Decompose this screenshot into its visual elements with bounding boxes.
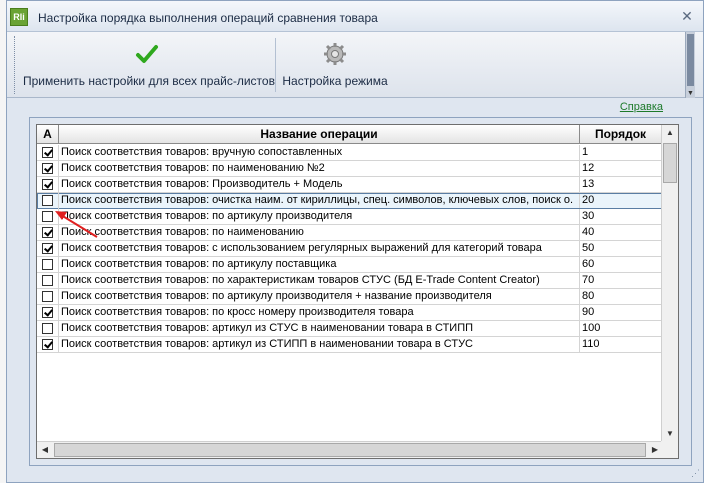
apply-all-pricelists-button[interactable]: Применить настройки для всех прайс-листо… xyxy=(23,36,275,94)
window-title: Настройка порядка выполнения операций ср… xyxy=(38,11,378,25)
table-row[interactable]: Поиск соответствия товаров: по артикулу … xyxy=(37,289,662,305)
active-checkbox[interactable] xyxy=(42,195,53,206)
table-row[interactable]: Поиск соответствия товаров: по характери… xyxy=(37,273,662,289)
apply-all-pricelists-label: Применить настройки для всех прайс-листо… xyxy=(23,74,275,88)
order-cell[interactable]: 12 xyxy=(580,161,662,177)
close-icon[interactable]: ✕ xyxy=(679,8,695,24)
operations-grid: A Название операции Порядок Поиск соотве… xyxy=(36,124,679,459)
vertical-scroll-thumb[interactable] xyxy=(663,143,677,183)
active-checkbox[interactable] xyxy=(42,243,53,254)
active-cell xyxy=(37,145,59,161)
active-cell xyxy=(37,257,59,273)
gear-icon xyxy=(324,43,346,65)
order-cell[interactable]: 70 xyxy=(580,273,662,289)
order-cell[interactable]: 100 xyxy=(580,321,662,337)
operation-name-cell[interactable]: Поиск соответствия товаров: по артикулу … xyxy=(59,289,580,305)
order-cell[interactable]: 13 xyxy=(580,177,662,193)
active-checkbox[interactable] xyxy=(42,339,53,350)
active-checkbox[interactable] xyxy=(42,259,53,270)
active-cell xyxy=(37,177,59,193)
active-checkbox[interactable] xyxy=(42,227,53,238)
column-header-name[interactable]: Название операции xyxy=(59,125,580,144)
active-checkbox[interactable] xyxy=(42,179,53,190)
order-cell[interactable]: 80 xyxy=(580,289,662,305)
grid-header: A Название операции Порядок xyxy=(37,125,662,144)
toolbar-scrollbar[interactable]: ▼ xyxy=(685,32,695,98)
table-row[interactable]: Поиск соответствия товаров: артикул из С… xyxy=(37,337,662,353)
operation-name-cell[interactable]: Поиск соответствия товаров: очистка наим… xyxy=(59,193,580,209)
scrollbar-corner xyxy=(661,441,678,458)
order-cell[interactable]: 90 xyxy=(580,305,662,321)
active-cell xyxy=(37,337,59,353)
toolbar: Применить настройки для всех прайс-листо… xyxy=(7,32,703,98)
active-checkbox[interactable] xyxy=(42,163,53,174)
active-checkbox[interactable] xyxy=(42,323,53,334)
settings-dialog: Rli Настройка порядка выполнения операци… xyxy=(6,0,704,483)
active-checkbox[interactable] xyxy=(42,291,53,302)
mode-settings-label: Настройка режима xyxy=(282,74,388,88)
active-cell xyxy=(37,289,59,305)
grid-rows: Поиск соответствия товаров: вручную сопо… xyxy=(37,145,662,353)
table-row[interactable]: Поиск соответствия товаров: по наименова… xyxy=(37,225,662,241)
operations-panel: A Название операции Порядок Поиск соотве… xyxy=(29,117,692,466)
operation-name-cell[interactable]: Поиск соответствия товаров: по наименова… xyxy=(59,225,580,241)
toolbar-grip[interactable] xyxy=(14,36,17,94)
operation-name-cell[interactable]: Поиск соответствия товаров: по кросс ном… xyxy=(59,305,580,321)
active-cell xyxy=(37,305,59,321)
active-cell xyxy=(37,209,59,225)
operation-name-cell[interactable]: Поиск соответствия товаров: по артикулу … xyxy=(59,209,580,225)
vertical-scrollbar[interactable]: ▲ ▼ xyxy=(661,125,678,442)
active-checkbox[interactable] xyxy=(42,307,53,318)
active-checkbox[interactable] xyxy=(42,275,53,286)
green-check-icon xyxy=(136,45,158,63)
title-bar: Rli Настройка порядка выполнения операци… xyxy=(7,1,703,32)
active-cell xyxy=(37,273,59,289)
order-cell[interactable]: 60 xyxy=(580,257,662,273)
scroll-down-icon[interactable]: ▼ xyxy=(662,426,678,442)
order-cell[interactable]: 40 xyxy=(580,225,662,241)
active-cell xyxy=(37,241,59,257)
column-header-order[interactable]: Порядок xyxy=(580,125,662,144)
operation-name-cell[interactable]: Поиск соответствия товаров: Производител… xyxy=(59,177,580,193)
mode-settings-button[interactable]: Настройка режима xyxy=(279,36,391,94)
order-cell[interactable]: 50 xyxy=(580,241,662,257)
chevron-down-icon[interactable]: ▼ xyxy=(686,90,695,97)
horizontal-scroll-thumb[interactable] xyxy=(54,443,646,457)
scroll-left-icon[interactable]: ◀ xyxy=(37,442,53,458)
operation-name-cell[interactable]: Поиск соответствия товаров: по характери… xyxy=(59,273,580,289)
operation-name-cell[interactable]: Поиск соответствия товаров: артикул из С… xyxy=(59,321,580,337)
table-row[interactable]: Поиск соответствия товаров: очистка наим… xyxy=(37,193,662,209)
table-row[interactable]: Поиск соответствия товаров: по кросс ном… xyxy=(37,305,662,321)
table-row[interactable]: Поиск соответствия товаров: вручную сопо… xyxy=(37,145,662,161)
order-cell[interactable]: 30 xyxy=(580,209,662,225)
table-row[interactable]: Поиск соответствия товаров: Производител… xyxy=(37,177,662,193)
column-header-active[interactable]: A xyxy=(37,125,59,144)
resize-grip-icon[interactable]: ⋰ xyxy=(691,468,700,479)
horizontal-scrollbar[interactable]: ◀ ▶ xyxy=(37,441,663,458)
operation-name-cell[interactable]: Поиск соответствия товаров: по артикулу … xyxy=(59,257,580,273)
toolbar-separator xyxy=(275,38,276,92)
active-checkbox[interactable] xyxy=(42,147,53,158)
active-cell xyxy=(37,225,59,241)
active-cell xyxy=(37,321,59,337)
help-link[interactable]: Справка xyxy=(620,101,663,113)
toolbar-scroll-thumb[interactable] xyxy=(687,34,694,86)
operation-name-cell[interactable]: Поиск соответствия товаров: артикул из С… xyxy=(59,337,580,353)
active-cell xyxy=(37,161,59,177)
operation-name-cell[interactable]: Поиск соответствия товаров: с использова… xyxy=(59,241,580,257)
table-row[interactable]: Поиск соответствия товаров: по артикулу … xyxy=(37,209,662,225)
table-row[interactable]: Поиск соответствия товаров: по артикулу … xyxy=(37,257,662,273)
active-cell xyxy=(37,193,59,209)
operation-name-cell[interactable]: Поиск соответствия товаров: по наименова… xyxy=(59,161,580,177)
order-cell[interactable]: 20 xyxy=(580,193,662,209)
order-cell[interactable]: 110 xyxy=(580,337,662,353)
table-row[interactable]: Поиск соответствия товаров: по наименова… xyxy=(37,161,662,177)
table-row[interactable]: Поиск соответствия товаров: артикул из С… xyxy=(37,321,662,337)
order-cell[interactable]: 1 xyxy=(580,145,662,161)
operation-name-cell[interactable]: Поиск соответствия товаров: вручную сопо… xyxy=(59,145,580,161)
table-row[interactable]: Поиск соответствия товаров: с использова… xyxy=(37,241,662,257)
app-logo-icon: Rli xyxy=(10,8,28,26)
scroll-up-icon[interactable]: ▲ xyxy=(662,125,678,141)
active-checkbox[interactable] xyxy=(42,211,53,222)
